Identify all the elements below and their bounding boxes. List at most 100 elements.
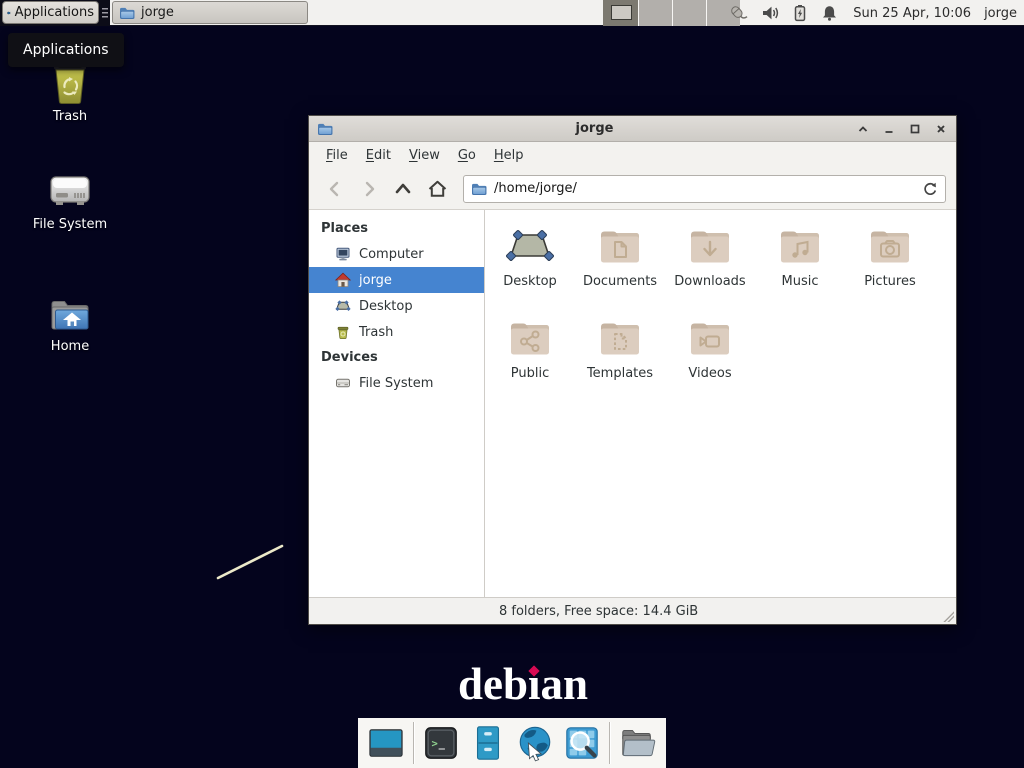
logo-text: an (541, 659, 589, 709)
sidebar-item-label: File System (359, 376, 433, 391)
bottom-dock: > _ (358, 718, 666, 768)
statusbar: 8 folders, Free space: 14.4 GiB (309, 597, 956, 624)
taskbar-window-title: jorge (141, 5, 174, 20)
folder-templates-icon (596, 314, 644, 362)
folder-documents-icon (596, 222, 644, 270)
show-desktop-button[interactable] (366, 723, 406, 763)
back-button[interactable] (319, 174, 351, 204)
file-manager-launcher[interactable] (468, 723, 508, 763)
workspace-window-preview (611, 5, 632, 20)
trash-icon (335, 324, 351, 340)
file-item-templates[interactable]: Templates (575, 314, 665, 406)
home-icon (335, 272, 351, 288)
applications-menu-button[interactable]: Applications (2, 1, 99, 24)
volume-icon[interactable] (761, 4, 779, 22)
sidebar-item-computer[interactable]: Computer (309, 241, 484, 267)
reload-icon[interactable] (922, 181, 938, 197)
home-button[interactable] (421, 174, 453, 204)
file-label: Templates (587, 366, 653, 381)
hard-drive-icon (335, 375, 351, 391)
shade-button[interactable] (856, 122, 870, 136)
file-item-downloads[interactable]: Downloads (665, 222, 755, 314)
location-bar[interactable]: /home/jorge/ (463, 175, 946, 203)
menu-go[interactable]: Go (449, 145, 485, 166)
sidebar-item-jorge[interactable]: jorge (309, 267, 484, 293)
up-button[interactable] (387, 174, 419, 204)
svg-text:_: _ (439, 738, 446, 750)
sidebar-item-label: Trash (359, 325, 393, 340)
menu-view[interactable]: View (400, 145, 449, 166)
file-item-public[interactable]: Public (485, 314, 575, 406)
file-label: Downloads (674, 274, 745, 289)
maximize-button[interactable] (908, 122, 922, 136)
sidebar: Places Computer (309, 210, 485, 597)
desktop-icon-file-system[interactable]: File System (28, 168, 112, 232)
file-item-videos[interactable]: Videos (665, 314, 755, 406)
web-browser-launcher[interactable] (515, 723, 555, 763)
panel-username[interactable]: jorge (984, 6, 1017, 21)
battery-icon[interactable] (792, 4, 808, 22)
resize-grip[interactable] (941, 609, 954, 622)
dock-separator (609, 722, 610, 764)
logo-text: deb (458, 659, 528, 709)
file-label: Desktop (503, 274, 557, 289)
path-input[interactable]: /home/jorge/ (494, 181, 915, 196)
file-item-pictures[interactable]: Pictures (845, 222, 935, 314)
notifications-bell-icon[interactable] (821, 4, 838, 22)
directory-menu-icon (618, 724, 656, 762)
show-desktop-icon (367, 724, 405, 762)
file-item-documents[interactable]: Documents (575, 222, 665, 314)
directory-menu-button[interactable] (617, 723, 657, 763)
top-panel: Applications jorge (0, 0, 1024, 26)
applications-label: Applications (15, 5, 94, 20)
desktop-icon (335, 298, 351, 314)
folder-downloads-icon (686, 222, 734, 270)
forward-icon (359, 179, 379, 199)
workspace-switcher[interactable] (603, 0, 740, 26)
file-manager-window: jorge File Edit View Go Help (308, 115, 957, 625)
applications-icon (7, 5, 11, 21)
applications-tooltip: Applications (8, 33, 124, 67)
sidebar-item-desktop[interactable]: Desktop (309, 293, 484, 319)
desktop-icon-home[interactable]: Home (28, 290, 112, 354)
minimize-button[interactable] (882, 122, 896, 136)
workspace-1[interactable] (603, 0, 638, 26)
mouse-icon[interactable] (727, 4, 748, 23)
file-item-desktop[interactable]: Desktop (485, 222, 575, 314)
panel-clock[interactable]: Sun 25 Apr, 10:06 (853, 6, 971, 21)
close-button[interactable] (934, 122, 948, 136)
desktop-icon-label: Home (28, 339, 112, 354)
home-folder-icon (46, 290, 94, 336)
location-folder-icon (471, 181, 487, 197)
file-grid: Desktop Documents (485, 210, 956, 597)
back-icon (325, 179, 345, 199)
panel-handle[interactable] (102, 8, 108, 18)
window-titlebar[interactable]: jorge (309, 116, 956, 142)
menubar: File Edit View Go Help (309, 142, 956, 168)
forward-button[interactable] (353, 174, 385, 204)
window-folder-icon (119, 5, 135, 21)
sidebar-item-label: Computer (359, 247, 424, 262)
terminal-launcher[interactable]: > _ (421, 723, 461, 763)
terminal-icon: > _ (422, 724, 460, 762)
file-label: Music (782, 274, 819, 289)
desktop-icon-label: File System (28, 217, 112, 232)
taskbar-window-button[interactable]: jorge (112, 1, 308, 24)
menu-file[interactable]: File (317, 145, 357, 166)
app-finder-launcher[interactable] (562, 723, 602, 763)
file-cabinet-icon (469, 724, 507, 762)
file-item-music[interactable]: Music (755, 222, 845, 314)
folder-pictures-icon (866, 222, 914, 270)
workspace-2[interactable] (638, 0, 672, 26)
sidebar-header-devices: Devices (309, 345, 484, 370)
sidebar-item-file-system[interactable]: File System (309, 370, 484, 396)
panel-right-area: Sun 25 Apr, 10:06 jorge (727, 0, 1024, 26)
file-label: Videos (688, 366, 731, 381)
debian-wordmark: debıan (458, 660, 588, 710)
menu-help[interactable]: Help (485, 145, 533, 166)
workspace-3[interactable] (672, 0, 706, 26)
desktop: Applications jorge (0, 0, 1024, 768)
dock-separator (413, 722, 414, 764)
menu-edit[interactable]: Edit (357, 145, 400, 166)
sidebar-item-trash[interactable]: Trash (309, 319, 484, 345)
